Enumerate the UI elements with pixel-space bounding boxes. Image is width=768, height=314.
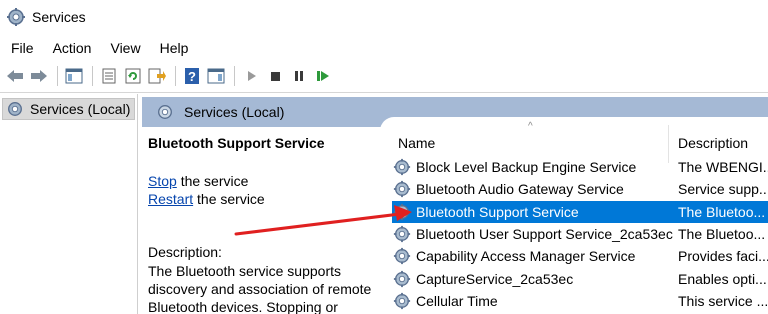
back-arrow-icon [7,70,23,82]
service-row[interactable]: Capability Access Manager Service Provide… [392,245,768,267]
column-header-name[interactable]: Name [398,129,435,157]
action-pane-icon [207,68,225,84]
service-description: Service supp... [678,181,768,198]
service-row[interactable]: CaptureService_2ca53ec Enables opti... [392,268,768,290]
description-line: Bluetooth devices. Stopping or [148,299,338,314]
properties-button[interactable] [98,65,120,87]
services-list: ^ Name Description Block Level Backup En… [380,117,768,314]
description-line: discovery and association of remote [148,281,372,297]
restart-icon [317,71,329,81]
stop-action: Stop the service [148,173,248,189]
start-service-button[interactable] [240,65,262,87]
menu-bar: File Action View Help [0,36,196,60]
toolbar: ? [0,62,768,90]
export-list-button[interactable] [146,65,168,87]
service-gear-icon [392,225,412,243]
tree-item-services-local[interactable]: Services (Local) [2,98,136,120]
service-name: Bluetooth Audio Gateway Service [416,181,624,198]
service-name: Bluetooth User Support Service_2ca53ec [416,225,673,242]
service-description: Enables opti... [678,270,767,287]
description-label: Description: [148,244,222,260]
svg-text:?: ? [188,69,196,84]
service-description: The Bluetoo... [678,203,766,220]
stop-icon [271,72,280,81]
window-title: Services [32,9,86,25]
toolbar-separator [92,66,93,86]
back-button[interactable] [4,65,26,87]
properties-icon [102,68,116,84]
service-row[interactable]: Bluetooth User Support Service_2ca53ec Th… [392,223,768,245]
service-gear-icon [392,292,412,310]
title-bar: Services [0,0,768,34]
help-button[interactable]: ? [181,65,203,87]
description-text: The Bluetooth service supports discovery… [148,262,382,314]
toolbar-divider [0,92,768,93]
export-list-icon [148,68,166,84]
toolbar-separator [175,66,176,86]
stop-link[interactable]: Stop [148,173,177,189]
menu-help[interactable]: Help [149,40,197,56]
services-gear-icon [8,102,22,116]
service-detail-pane: Bluetooth Support Service Stop the servi… [142,127,382,314]
service-row[interactable]: Bluetooth Support Service The Bluetoo... [392,200,768,223]
pause-icon [295,71,303,81]
service-description: The WBENGI... [678,159,768,175]
refresh-icon [125,68,141,84]
selected-service-title: Bluetooth Support Service [148,135,325,151]
service-gear-icon [392,203,412,221]
service-name: CaptureService_2ca53ec [416,270,574,287]
tree-item-label: Services (Local) [30,101,131,117]
service-row[interactable]: Cellular Time This service ... [392,290,768,312]
service-name: Cellular Time [416,292,498,309]
menu-file[interactable]: File [0,40,42,56]
stop-action-text: the service [176,173,249,189]
menu-action[interactable]: Action [42,40,100,56]
service-name: Capability Access Manager Service [416,248,636,265]
menu-view[interactable]: View [99,40,148,56]
toolbar-separator [234,66,235,86]
restart-service-button[interactable] [312,65,334,87]
toolbar-separator [57,66,58,86]
console-tree: Services (Local) [0,94,138,314]
service-description: Provides faci... [678,248,768,265]
console-tree-icon [65,68,83,84]
sort-indicator-icon: ^ [528,121,533,132]
service-gear-icon [392,180,412,198]
service-description: This service ... [678,292,768,309]
forward-arrow-icon [31,70,47,82]
pane-header-title: Services (Local) [184,104,285,120]
service-row[interactable]: Bluetooth Audio Gateway Service Service s… [392,178,768,200]
show-hide-action-pane-button[interactable] [205,65,227,87]
services-gear-icon [158,105,172,119]
restart-action-text: the service [193,191,265,207]
service-row[interactable]: Block Level Backup Engine Service The WBE… [392,156,768,178]
restart-link[interactable]: Restart [148,191,193,207]
description-line: The Bluetooth service supports [148,263,341,279]
help-icon: ? [185,68,199,84]
service-description: The Bluetoo... [678,225,766,242]
service-gear-icon [392,247,412,265]
forward-button[interactable] [28,65,50,87]
play-icon [248,71,256,81]
stop-service-button[interactable] [264,65,286,87]
console-tree-button[interactable] [63,65,85,87]
refresh-button[interactable] [122,65,144,87]
service-name: Block Level Backup Engine Service [416,159,637,175]
service-gear-icon [392,158,412,176]
service-gear-icon [392,270,412,288]
services-gear-icon [7,8,25,26]
service-name: Bluetooth Support Service [416,203,579,220]
restart-action: Restart the service [148,191,265,207]
pause-service-button[interactable] [288,65,310,87]
column-header-description[interactable]: Description [678,129,748,157]
